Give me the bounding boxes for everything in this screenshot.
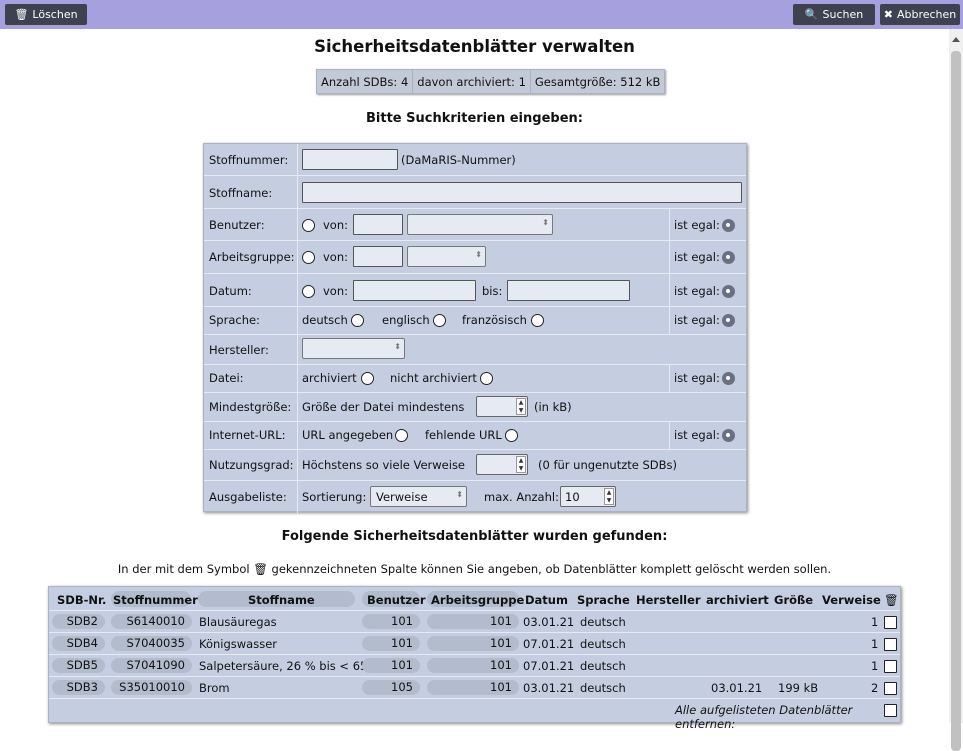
- nutzungsgrad-stepper[interactable]: ▲ ▼: [476, 454, 528, 475]
- scrollbar[interactable]: [949, 29, 963, 751]
- table-row: SDB2 S6140010 Blausäuregas 101 101 03.01…: [49, 610, 900, 632]
- cancel-button[interactable]: ✖ Abbrechen: [880, 4, 960, 25]
- stoffnummer-input[interactable]: [302, 149, 398, 170]
- url-egal-radio[interactable]: [722, 429, 735, 442]
- arbeitsgruppe-von-radio[interactable]: [302, 251, 315, 264]
- remove-all-checkbox[interactable]: [884, 704, 897, 717]
- results-heading: Folgende Sicherheitsdatenblätter wurden …: [281, 529, 668, 544]
- trash-icon: 🗑: [253, 562, 268, 576]
- remove-all-row: Alle aufgelisteten Datenblätter entferne…: [49, 698, 900, 731]
- trash-icon: 🗑: [14, 8, 29, 21]
- delete-checkbox[interactable]: [884, 616, 897, 629]
- datum-bis-input[interactable]: [507, 280, 630, 301]
- arbeitsgruppe-egal-radio[interactable]: [722, 251, 735, 264]
- mindestgroesse-stepper[interactable]: ▲ ▼: [476, 396, 528, 417]
- benutzer-von-radio[interactable]: [302, 219, 315, 232]
- table-row: SDB5 S7041090 Salpetersäure, 26 % bis < …: [49, 654, 900, 676]
- delete-button[interactable]: 🗑 Löschen: [5, 4, 87, 25]
- url-fehlend-radio[interactable]: [505, 429, 518, 442]
- stats-box: Anzahl SDBs: 4 davon archiviert: 1 Gesam…: [316, 69, 666, 94]
- header-sprache[interactable]: Sprache: [577, 593, 630, 607]
- delete-checkbox[interactable]: [884, 638, 897, 651]
- scroll-up-icon[interactable]: [952, 37, 960, 42]
- max-anzahl-stepper[interactable]: 10 ▲ ▼: [560, 486, 616, 507]
- datei-egal-radio[interactable]: [722, 372, 735, 385]
- row-stoffnummer: Stoffnummer: (DaMaRIS-Nummer): [204, 144, 746, 176]
- row-datei: Datei: archiviert nicht archiviert ist e…: [204, 365, 746, 393]
- search-heading: Bitte Suchkriterien eingeben:: [366, 111, 583, 126]
- header-datum[interactable]: Datum: [525, 593, 568, 607]
- delete-note: In der mit dem Symbol 🗑 gekennzeichneten…: [117, 562, 832, 576]
- datum-egal-radio[interactable]: [722, 285, 735, 298]
- row-nutzungsgrad: Nutzungsgrad: Höchstens so viele Verweis…: [204, 450, 746, 481]
- stat-count: Anzahl SDBs: 4: [317, 70, 414, 93]
- datum-von-input[interactable]: [353, 280, 476, 301]
- stat-archived: davon archiviert: 1: [413, 70, 531, 93]
- scrollbar-thumb[interactable]: [951, 51, 961, 751]
- row-arbeitsgruppe: Arbeitsgruppe: von: ist egal:: [204, 241, 746, 274]
- search-form: Stoffnummer: (DaMaRIS-Nummer) Stoffname:…: [203, 143, 747, 513]
- delete-checkbox[interactable]: [884, 660, 897, 673]
- sortierung-select[interactable]: Verweise: [370, 486, 467, 507]
- benutzer-egal-radio[interactable]: [722, 219, 735, 232]
- search-icon: 🔍: [804, 8, 819, 21]
- row-datum: Datum: von: bis: ist egal:: [204, 274, 746, 307]
- page-title: Sicherheitsdatenblätter verwalten: [314, 37, 635, 56]
- row-ausgabeliste: Ausgabeliste: Sortierung: Verweise max. …: [204, 481, 746, 513]
- top-toolbar: 🗑 Löschen 🔍 Suchen ✖ Abbrechen: [0, 0, 963, 29]
- benutzer-select[interactable]: [407, 214, 553, 235]
- header-arbeitsgruppe[interactable]: Arbeitsgruppe: [431, 593, 524, 607]
- table-row: SDB3 S35010010 Brom 105 101 03.01.21 deu…: [49, 676, 900, 698]
- datum-von-radio[interactable]: [302, 285, 315, 298]
- benutzer-id-input[interactable]: [353, 214, 403, 235]
- header-hersteller[interactable]: Hersteller: [636, 593, 701, 607]
- header-archiviert[interactable]: archiviert: [706, 593, 769, 607]
- close-icon: ✖: [883, 8, 893, 21]
- table-row: SDB4 S7040035 Königswasser 101 101 07.01…: [49, 632, 900, 654]
- header-sdb-nr[interactable]: SDB-Nr.: [57, 593, 106, 607]
- trash-icon: 🗑: [884, 593, 899, 607]
- datei-archiviert-radio[interactable]: [361, 372, 374, 385]
- row-hersteller: Hersteller:: [204, 335, 746, 365]
- datei-nicht-archiviert-radio[interactable]: [480, 372, 493, 385]
- row-sprache: Sprache: deutsch englisch französisch is…: [204, 307, 746, 335]
- delete-checkbox[interactable]: [884, 682, 897, 695]
- stat-total-size: Gesamtgröße: 512 kB: [534, 75, 661, 89]
- sprache-englisch-radio[interactable]: [433, 314, 446, 327]
- row-benutzer: Benutzer: von: ist egal:: [204, 209, 746, 241]
- arbeitsgruppe-select[interactable]: [407, 246, 486, 267]
- stoffname-input[interactable]: [302, 182, 742, 203]
- header-stoffnummer[interactable]: Stoffnummer: [113, 593, 198, 607]
- header-verweise[interactable]: Verweise: [822, 593, 881, 607]
- row-internet-url: Internet-URL: URL angegeben fehlende URL…: [204, 422, 746, 450]
- row-mindestgroesse: Mindestgröße: Größe der Datei mindestens…: [204, 393, 746, 422]
- results-table: SDB-Nr. Stoffnummer Stoffname Benutzer A…: [48, 586, 901, 731]
- row-stoffname: Stoffname:: [204, 176, 746, 209]
- header-groesse[interactable]: Größe: [774, 593, 813, 607]
- sprache-deutsch-radio[interactable]: [351, 314, 364, 327]
- arbeitsgruppe-id-input[interactable]: [353, 246, 403, 267]
- url-angegeben-radio[interactable]: [395, 429, 408, 442]
- header-stoffname[interactable]: Stoffname: [248, 593, 315, 607]
- sprache-franzoesisch-radio[interactable]: [531, 314, 544, 327]
- hersteller-select[interactable]: [302, 338, 405, 359]
- sprache-egal-radio[interactable]: [722, 314, 735, 327]
- search-button[interactable]: 🔍 Suchen: [793, 4, 875, 25]
- header-benutzer[interactable]: Benutzer: [367, 593, 426, 607]
